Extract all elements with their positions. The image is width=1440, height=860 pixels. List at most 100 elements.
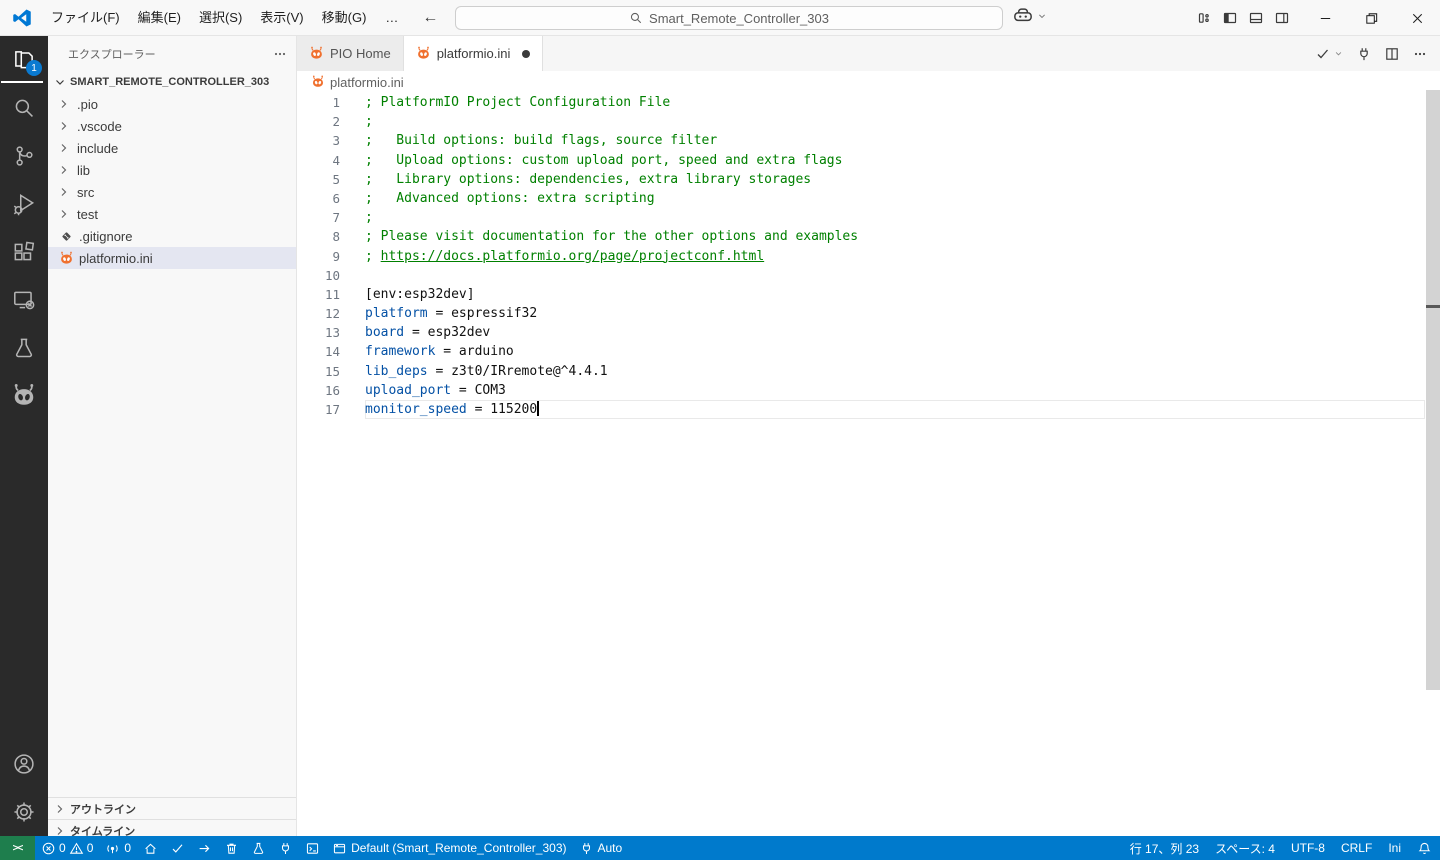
menu-go[interactable]: 移動(G): [313, 0, 376, 36]
line-number: 11: [297, 285, 340, 304]
menu-file[interactable]: ファイル(F): [42, 0, 129, 36]
tree-item-src[interactable]: src: [48, 181, 296, 203]
activity-explorer[interactable]: 1: [0, 36, 48, 84]
serial-port-selector[interactable]: Auto: [573, 836, 629, 860]
code-line-13[interactable]: 13board = esp32dev: [297, 323, 1440, 342]
tree-item-label: .pio: [77, 97, 98, 112]
editor-scrollbar[interactable]: [1426, 90, 1440, 690]
problems-indicator[interactable]: 0 0: [35, 841, 99, 856]
restore-button[interactable]: [1348, 0, 1394, 36]
activity-remote-explorer[interactable]: [0, 276, 48, 324]
code-line-2[interactable]: 2;: [297, 112, 1440, 131]
code-line-16[interactable]: 16upload_port = COM3: [297, 381, 1440, 400]
menu-selection[interactable]: 選択(S): [190, 0, 251, 36]
copilot-button[interactable]: [1013, 6, 1048, 26]
notifications-button[interactable]: [1409, 836, 1440, 860]
code-line-8[interactable]: 8; Please visit documentation for the ot…: [297, 227, 1440, 246]
toggle-panel-icon[interactable]: [1248, 10, 1264, 26]
tree-item-lib[interactable]: lib: [48, 159, 296, 181]
pio-clean-button[interactable]: [218, 836, 245, 860]
code-line-5[interactable]: 5; Library options: dependencies, extra …: [297, 170, 1440, 189]
sidebar-more-actions[interactable]: [272, 46, 288, 62]
ports-indicator[interactable]: 0: [99, 836, 137, 860]
code-line-4[interactable]: 4; Upload options: custom upload port, s…: [297, 151, 1440, 170]
code-line-15[interactable]: 15lib_deps = z3t0/IRremote@^4.4.1: [297, 362, 1440, 381]
tab-platformio-ini[interactable]: platformio.ini: [404, 36, 544, 71]
menu-edit[interactable]: 編集(E): [129, 0, 190, 36]
warning-icon: [69, 841, 84, 856]
gear-icon: [11, 799, 37, 825]
chevron-right-icon: [56, 184, 72, 200]
split-editor-icon[interactable]: [1384, 46, 1400, 62]
toggle-primary-sidebar-icon[interactable]: [1222, 10, 1238, 26]
minimize-button[interactable]: [1302, 0, 1348, 36]
code-editor[interactable]: 1; PlatformIO Project Configuration File…: [297, 93, 1440, 836]
activity-source-control[interactable]: [0, 132, 48, 180]
pio-build-button[interactable]: [164, 836, 191, 860]
timeline-panel-header[interactable]: タイムライン: [48, 819, 296, 836]
code-line-6[interactable]: 6; Advanced options: extra scripting: [297, 189, 1440, 208]
tree-root-folder[interactable]: SMART_REMOTE_CONTROLLER_303: [48, 71, 296, 93]
outline-panel-header[interactable]: アウトライン: [48, 797, 296, 819]
tree-item--vscode[interactable]: .vscode: [48, 115, 296, 137]
account-button[interactable]: [0, 740, 48, 788]
code-line-14[interactable]: 14framework = arduino: [297, 342, 1440, 361]
serial-monitor-plug-icon[interactable]: [1356, 46, 1372, 62]
line-content: [env:esp32dev]: [365, 285, 1425, 304]
activity-run-debug[interactable]: [0, 180, 48, 228]
pio-test-button[interactable]: [245, 836, 272, 860]
dirty-indicator-icon[interactable]: [522, 50, 530, 58]
close-button[interactable]: [1394, 0, 1440, 36]
code-line-7[interactable]: 7;: [297, 208, 1440, 227]
code-line-17[interactable]: 17monitor_speed = 115200: [297, 400, 1440, 419]
code-line-1[interactable]: 1; PlatformIO Project Configuration File: [297, 93, 1440, 112]
status-bar: >< 0 0 0: [0, 836, 1440, 860]
breadcrumb[interactable]: platformio.ini: [297, 71, 1440, 93]
indentation-setting[interactable]: スペース: 4: [1207, 836, 1283, 860]
settings-button[interactable]: [0, 788, 48, 836]
menu-view[interactable]: 表示(V): [251, 0, 312, 36]
customize-layout-icon[interactable]: [1196, 10, 1212, 26]
tree-item-platformio-ini[interactable]: platformio.ini: [48, 247, 296, 269]
command-center-search[interactable]: Smart_Remote_Controller_303: [455, 6, 1003, 30]
activity-extensions[interactable]: [0, 228, 48, 276]
activity-search[interactable]: [0, 84, 48, 132]
encoding-setting[interactable]: UTF-8: [1283, 836, 1333, 860]
code-line-10[interactable]: 10: [297, 266, 1440, 285]
pio-terminal-button[interactable]: [299, 836, 326, 860]
tab-pio-home[interactable]: PIO Home: [297, 36, 404, 71]
pio-home-button[interactable]: [137, 836, 164, 860]
run-check-action-icon[interactable]: [1315, 46, 1344, 62]
sidebar-bottom-panels: アウトライン タイムライン: [48, 797, 296, 836]
remote-indicator[interactable]: ><: [0, 836, 35, 860]
line-number: 10: [297, 266, 340, 285]
line-number: 9: [297, 247, 340, 266]
menu-overflow-button[interactable]: …: [375, 10, 408, 25]
more-actions-icon[interactable]: [1412, 46, 1428, 62]
explorer-sidebar: エクスプローラー SMART_REMOTE_CONTROLLER_303 .pi…: [48, 36, 297, 836]
pio-serial-monitor-button[interactable]: [272, 836, 299, 860]
activity-platformio[interactable]: [0, 372, 48, 420]
code-line-11[interactable]: 11 [env:esp32dev]: [297, 285, 1440, 304]
toggle-secondary-sidebar-icon[interactable]: [1274, 10, 1290, 26]
tree-item-include[interactable]: include: [48, 137, 296, 159]
code-line-9[interactable]: 9; https://docs.platformio.org/page/proj…: [297, 247, 1440, 266]
line-content: ; Upload options: custom upload port, sp…: [365, 151, 1425, 170]
tree-item--pio[interactable]: .pio: [48, 93, 296, 115]
terminal-icon: [305, 841, 320, 856]
breadcrumb-file[interactable]: platformio.ini: [330, 75, 404, 90]
pio-env-selector[interactable]: Default (Smart_Remote_Controller_303): [326, 836, 572, 860]
tree-item-test[interactable]: test: [48, 203, 296, 225]
code-line-12[interactable]: 12platform = espressif32: [297, 304, 1440, 323]
platformio-icon: [416, 46, 431, 61]
code-line-3[interactable]: 3; Build options: build flags, source fi…: [297, 131, 1440, 150]
pio-upload-button[interactable]: [191, 836, 218, 860]
tree-item-label: src: [77, 185, 94, 200]
tree-item--gitignore[interactable]: .gitignore: [48, 225, 296, 247]
eol-setting[interactable]: CRLF: [1333, 836, 1380, 860]
nav-back-icon[interactable]: ←: [422, 9, 438, 27]
language-mode[interactable]: Ini: [1380, 836, 1409, 860]
activity-testing[interactable]: [0, 324, 48, 372]
chevron-right-icon: [56, 206, 72, 222]
cursor-position[interactable]: 行 17、列 23: [1122, 836, 1207, 860]
